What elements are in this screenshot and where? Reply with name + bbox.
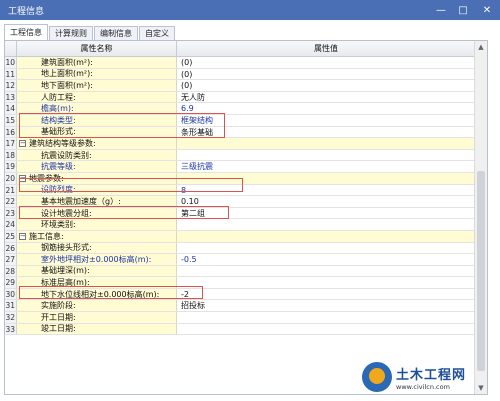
group-name: − 施工信息: xyxy=(17,230,177,242)
table-row[interactable]: 11 地上面积(m²): (0) xyxy=(5,68,475,81)
property-name: 开工日期: xyxy=(17,312,177,323)
highlight-box xyxy=(19,113,225,138)
property-value[interactable]: 三级抗震 xyxy=(177,161,475,172)
scroll-up-icon[interactable]: ▲ xyxy=(475,41,487,53)
grid-header: 属性名称 属性值 xyxy=(5,41,475,57)
table-row[interactable]: 27 室外地坪相对±0.000标高(m): -0.5 xyxy=(5,254,475,266)
row-number: 21 xyxy=(5,184,17,196)
minimize-button[interactable]: — xyxy=(430,0,452,20)
property-name: 人防工程: xyxy=(17,91,177,103)
maximize-button[interactable]: □ xyxy=(452,0,474,20)
property-value[interactable] xyxy=(177,242,475,254)
watermark-url: www.civilcn.com xyxy=(396,382,450,391)
property-name: 实施阶段: xyxy=(17,300,177,312)
row-number-header xyxy=(5,41,17,56)
table-row[interactable]: 19 抗震等级: 三级抗震 xyxy=(5,161,475,173)
row-number: 30 xyxy=(5,288,17,300)
property-value[interactable]: 无人防 xyxy=(177,91,475,103)
row-number: 31 xyxy=(5,300,17,312)
row-number: 33 xyxy=(5,323,17,335)
row-number: 11 xyxy=(5,68,17,80)
table-row[interactable]: 10 建筑面积(m²): (0) xyxy=(5,57,475,69)
property-value[interactable]: -2 xyxy=(177,288,475,300)
table-row[interactable]: 12 地下面积(m²): (0) xyxy=(5,80,475,92)
watermark-logo: 土木工程网 www.civilcn.com xyxy=(362,355,498,399)
row-number: 10 xyxy=(5,57,17,68)
table-row[interactable]: 32 开工日期: xyxy=(5,312,475,324)
property-name-header: 属性名称 xyxy=(17,41,177,56)
group-row[interactable]: 17 − 建筑结构等级参数: xyxy=(5,138,475,150)
row-number: 32 xyxy=(5,312,17,323)
property-name: 竣工日期: xyxy=(17,323,177,335)
row-number: 22 xyxy=(5,196,17,207)
row-number: 19 xyxy=(5,161,17,172)
table-row[interactable]: 13 人防工程: 无人防 xyxy=(5,91,475,104)
close-button[interactable]: ✕ xyxy=(474,0,500,20)
property-value[interactable]: (0) xyxy=(177,68,475,80)
property-value[interactable] xyxy=(177,265,475,277)
property-value[interactable] xyxy=(177,149,475,161)
row-number: 24 xyxy=(5,219,17,230)
row-number: 28 xyxy=(5,265,17,277)
group-row[interactable]: 25 − 施工信息: xyxy=(5,230,475,243)
row-number: 26 xyxy=(5,242,17,254)
collapse-toggle-icon[interactable]: − xyxy=(19,232,26,240)
property-value[interactable]: (0) xyxy=(177,80,475,91)
highlight-box xyxy=(19,178,243,192)
row-number: 18 xyxy=(5,149,17,161)
property-value xyxy=(177,230,475,242)
row-number: 27 xyxy=(5,254,17,265)
table-row[interactable]: 28 基础埋深(m): xyxy=(5,265,475,278)
row-number: 14 xyxy=(5,103,17,114)
collapse-toggle-icon[interactable]: − xyxy=(19,139,26,147)
property-name: 抗震等级: xyxy=(17,161,177,172)
vertical-scrollbar[interactable]: ▲ ▼ xyxy=(474,41,487,394)
property-value[interactable]: -0.5 xyxy=(177,254,475,265)
table-row[interactable]: 18 抗震设防类别: xyxy=(5,149,475,162)
property-value-header: 属性值 xyxy=(314,44,338,53)
window-titlebar: 工程信息 — □ ✕ xyxy=(0,0,500,20)
watermark-brand: 土木工程网 xyxy=(396,367,467,383)
property-grid: 属性名称 属性值 10 建筑面积(m²): (0) 11 地上面积(m²): (… xyxy=(4,40,488,395)
property-name: 基础埋深(m): xyxy=(17,265,177,277)
tab-bar: 工程信息 计算规则 编制信息 自定义 xyxy=(4,24,176,40)
property-value xyxy=(177,138,475,149)
property-name: 地下面积(m²): xyxy=(17,80,177,91)
row-number: 23 xyxy=(5,207,17,219)
table-row[interactable]: 33 竣工日期: xyxy=(5,323,475,336)
row-number: 25 xyxy=(5,230,17,242)
logo-icon xyxy=(362,362,392,392)
highlight-box xyxy=(19,286,203,299)
property-value[interactable] xyxy=(177,323,475,335)
row-number: 12 xyxy=(5,80,17,91)
row-number: 15 xyxy=(5,114,17,126)
group-name: − 建筑结构等级参数: xyxy=(17,138,177,149)
tab-project-info[interactable]: 工程信息 xyxy=(4,24,48,40)
property-value[interactable] xyxy=(177,277,475,288)
property-name: 室外地坪相对±0.000标高(m): xyxy=(17,254,177,265)
property-name: 钢筋接头形式: xyxy=(17,242,177,254)
property-name: 地上面积(m²): xyxy=(17,68,177,80)
property-value[interactable] xyxy=(177,312,475,323)
row-number: 16 xyxy=(5,126,17,138)
table-row[interactable]: 26 钢筋接头形式: xyxy=(5,242,475,255)
table-row[interactable]: 24 环境类别: xyxy=(5,219,475,231)
window-title: 工程信息 xyxy=(8,6,45,17)
row-number: 13 xyxy=(5,91,17,103)
row-number: 29 xyxy=(5,277,17,288)
property-name: 环境类别: xyxy=(17,219,177,230)
property-name: 抗震设防类别: xyxy=(17,149,177,161)
table-row[interactable]: 31 实施阶段: 招投标 xyxy=(5,300,475,313)
tab-compile-info[interactable]: 编制信息 xyxy=(94,26,138,40)
property-value[interactable]: 招投标 xyxy=(177,300,475,312)
row-number: 17 xyxy=(5,138,17,149)
highlight-box xyxy=(19,206,229,219)
property-name: 建筑面积(m²): xyxy=(17,57,177,68)
property-value[interactable] xyxy=(177,219,475,230)
tab-custom[interactable]: 自定义 xyxy=(139,26,175,40)
tab-calc-rules[interactable]: 计算规则 xyxy=(49,26,93,40)
property-value[interactable]: (0) xyxy=(177,57,475,68)
row-number: 20 xyxy=(5,172,17,184)
scrollbar-thumb[interactable] xyxy=(477,171,485,371)
